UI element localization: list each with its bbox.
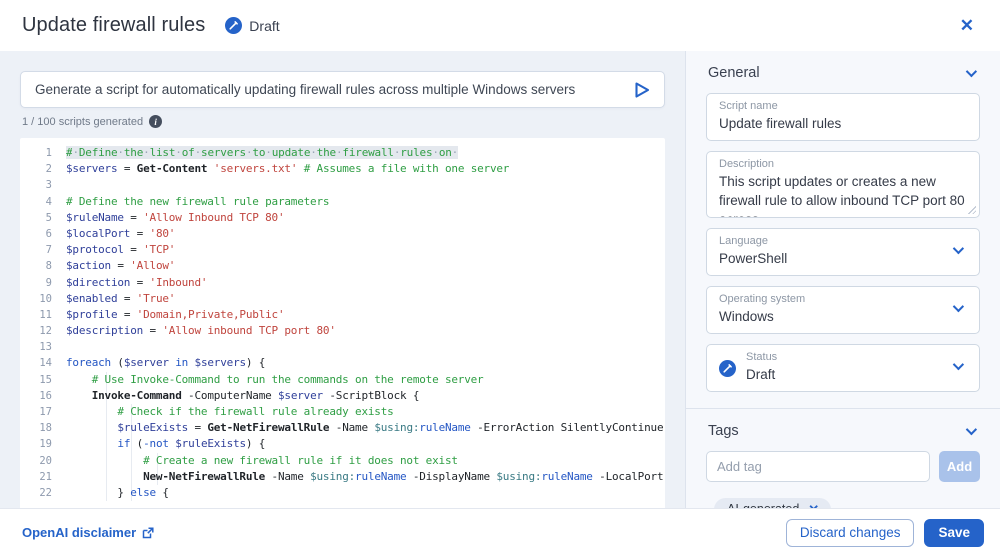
code-line[interactable]: 11$profile = 'Domain,Private,Public' — [20, 307, 665, 323]
info-icon[interactable]: i — [149, 115, 162, 128]
code-line[interactable]: 17 # Check if the firewall rule already … — [20, 404, 665, 420]
line-number: 3 — [20, 177, 66, 193]
code-line[interactable]: 1#·Define·the·list·of·servers·to·update·… — [20, 145, 665, 161]
status-value: Draft — [746, 365, 777, 384]
section-divider — [686, 408, 1000, 409]
tag-chip: AI-generated✕ — [714, 498, 831, 508]
add-tag-button[interactable]: Add — [939, 451, 980, 482]
line-number: 22 — [20, 485, 66, 501]
line-number: 7 — [20, 242, 66, 258]
code-line[interactable]: 9$direction = 'Inbound' — [20, 275, 665, 291]
page-title: Update firewall rules — [22, 14, 205, 37]
section-tags-header[interactable]: Tags — [706, 423, 980, 439]
code-line[interactable]: 14foreach ($server in $servers) { — [20, 355, 665, 371]
close-icon[interactable]: ✕ — [956, 13, 978, 38]
script-editor-dialog: Update firewall rules Draft ✕ 1 / 100 sc — [0, 0, 1000, 556]
code-line[interactable]: 22 } else { — [20, 485, 665, 501]
draft-pencil-icon — [719, 360, 736, 377]
code-line[interactable]: 18 $ruleExists = Get-NetFirewallRule -Na… — [20, 420, 665, 436]
line-number: 4 — [20, 194, 66, 210]
line-number: 5 — [20, 210, 66, 226]
line-number: 8 — [20, 258, 66, 274]
line-number: 9 — [20, 275, 66, 291]
dialog-body: 1 / 100 scripts generated i 1#·Define·th… — [0, 51, 1000, 508]
code-line[interactable]: 2$servers = Get-Content 'servers.txt' # … — [20, 161, 665, 177]
chevron-down-icon — [966, 424, 977, 435]
line-number: 13 — [20, 339, 66, 355]
language-select[interactable]: Language PowerShell — [706, 228, 980, 276]
counter-text: 1 / 100 scripts generated — [22, 116, 143, 128]
draft-pencil-icon — [225, 17, 242, 34]
language-value: PowerShell — [719, 249, 967, 268]
tag-chips: AI-generated✕ — [706, 498, 980, 508]
code-line[interactable]: 7$protocol = 'TCP' — [20, 242, 665, 258]
main-column: 1 / 100 scripts generated i 1#·Define·th… — [0, 51, 685, 508]
chevron-down-icon — [953, 359, 964, 370]
settings-panel: General Script name Update firewall rule… — [685, 51, 1000, 508]
status-label: Status — [746, 351, 777, 363]
code-lines: 1#·Define·the·list·of·servers·to·update·… — [20, 145, 665, 501]
line-number: 11 — [20, 307, 66, 323]
openai-disclaimer-link[interactable]: OpenAI disclaimer — [22, 525, 154, 540]
line-number: 16 — [20, 388, 66, 404]
send-icon — [631, 79, 653, 101]
code-line[interactable]: 5$ruleName = 'Allow Inbound TCP 80' — [20, 210, 665, 226]
operating-system-value: Windows — [719, 307, 967, 326]
description-value: This script updates or creates a new fir… — [719, 172, 967, 218]
code-line[interactable]: 16 Invoke-Command -ComputerName $server … — [20, 388, 665, 404]
dialog-header: Update firewall rules Draft ✕ — [0, 0, 1000, 51]
operating-system-label: Operating system — [719, 293, 967, 305]
script-name-value: Update firewall rules — [719, 114, 967, 133]
save-button[interactable]: Save — [924, 519, 984, 547]
code-line[interactable]: 10$enabled = 'True' — [20, 291, 665, 307]
code-line[interactable]: 8$action = 'Allow' — [20, 258, 665, 274]
line-number: 20 — [20, 453, 66, 469]
code-line[interactable]: 6$localPort = '80' — [20, 226, 665, 242]
script-name-label: Script name — [719, 100, 967, 112]
description-field[interactable]: Description This script updates or creat… — [706, 151, 980, 218]
language-label: Language — [719, 235, 967, 247]
section-general-header[interactable]: General — [706, 65, 980, 81]
code-editor[interactable]: 1#·Define·the·list·of·servers·to·update·… — [20, 138, 665, 508]
section-tags-title: Tags — [708, 423, 739, 439]
status-select[interactable]: Status Draft — [706, 344, 980, 392]
line-number: 15 — [20, 372, 66, 388]
generation-counter: 1 / 100 scripts generated i — [22, 115, 665, 128]
code-line[interactable]: 12$description = 'Allow inbound TCP port… — [20, 323, 665, 339]
external-link-icon — [142, 527, 154, 539]
prompt-row — [20, 71, 665, 108]
tag-entry-row: Add — [706, 451, 980, 482]
line-number: 21 — [20, 469, 66, 485]
code-line[interactable]: 21 New-NetFirewallRule -Name $using:rule… — [20, 469, 665, 485]
ai-prompt-input[interactable] — [20, 71, 665, 108]
line-number: 14 — [20, 355, 66, 371]
line-number: 10 — [20, 291, 66, 307]
status-badge-label: Draft — [249, 18, 279, 34]
line-number: 6 — [20, 226, 66, 242]
code-line[interactable]: 19 if (-not $ruleExists) { — [20, 436, 665, 452]
code-line[interactable]: 4# Define the new firewall rule paramete… — [20, 194, 665, 210]
line-number: 19 — [20, 436, 66, 452]
chevron-down-icon — [966, 66, 977, 77]
add-tag-input[interactable] — [706, 451, 930, 482]
discard-changes-button[interactable]: Discard changes — [786, 519, 915, 547]
code-line[interactable]: 15 # Use Invoke-Command to run the comma… — [20, 372, 665, 388]
code-line[interactable]: 20 # Create a new firewall rule if it do… — [20, 453, 665, 469]
code-line[interactable]: 3 — [20, 177, 665, 193]
send-prompt-button[interactable] — [631, 79, 653, 101]
line-number: 12 — [20, 323, 66, 339]
disclaimer-label: OpenAI disclaimer — [22, 525, 136, 540]
code-line[interactable]: 13 — [20, 339, 665, 355]
status-badge: Draft — [225, 17, 279, 34]
line-number: 18 — [20, 420, 66, 436]
line-number: 17 — [20, 404, 66, 420]
line-number: 2 — [20, 161, 66, 177]
resize-handle[interactable] — [967, 205, 976, 214]
operating-system-select[interactable]: Operating system Windows — [706, 286, 980, 334]
dialog-footer: OpenAI disclaimer Discard changes Save — [0, 508, 1000, 556]
script-name-field[interactable]: Script name Update firewall rules — [706, 93, 980, 141]
line-number: 1 — [20, 145, 66, 161]
section-general-title: General — [708, 65, 760, 81]
description-label: Description — [719, 158, 967, 170]
